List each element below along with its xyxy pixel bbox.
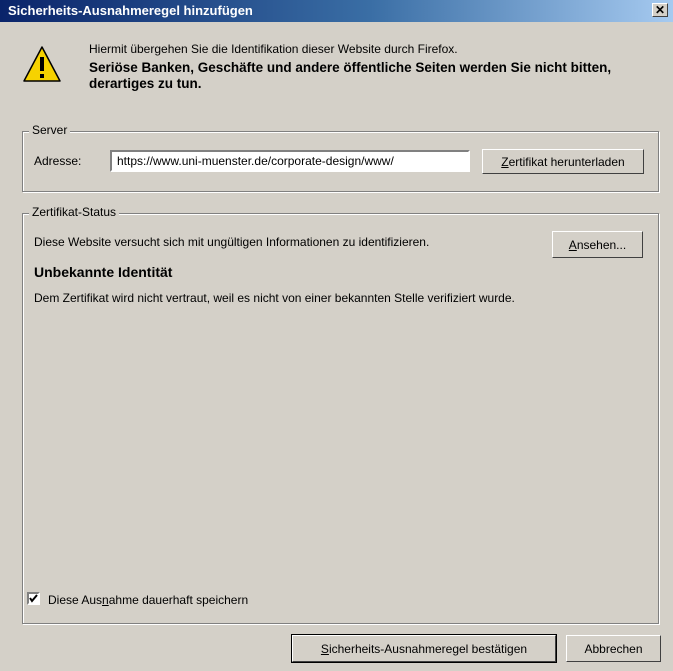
- warning-text: Seriöse Banken, Geschäfte und andere öff…: [89, 60, 612, 91]
- confirm-mnemonic: S: [320, 641, 329, 656]
- view-certificate-button[interactable]: Ansehen...: [552, 231, 643, 258]
- download-certificate-button[interactable]: Zertifikat herunterladen: [482, 149, 644, 174]
- status-heading: Unbekannte Identität: [34, 264, 173, 280]
- warning-icon: [23, 46, 61, 82]
- view-mnemonic: A: [568, 237, 577, 252]
- status-detail: Dem Zertifikat wird nicht vertraut, weil…: [34, 291, 515, 305]
- address-label: Adresse:: [34, 154, 82, 168]
- cancel-button[interactable]: Abbrechen: [566, 635, 661, 662]
- persist-label-start: Diese Aus: [48, 593, 103, 607]
- checkmark-icon: [29, 594, 38, 603]
- persist-label-end: ahme dauerhaft speichern: [108, 593, 249, 607]
- view-label: nsehen...: [576, 237, 627, 252]
- intro-text: Hiermit übergehen Sie die Identifikation…: [89, 42, 458, 56]
- download-mnemonic: Z: [501, 154, 509, 169]
- persist-exception-label[interactable]: Diese Ausnahme dauerhaft speichern: [48, 593, 248, 607]
- address-input[interactable]: [110, 150, 470, 172]
- certificate-status-group: Zertifikat-Status Diese Website versucht…: [22, 205, 659, 624]
- confirm-exception-button[interactable]: Sicherheits-Ausnahmeregel bestätigen: [291, 634, 557, 663]
- server-legend: Server: [29, 123, 71, 137]
- status-message: Diese Website versucht sich mit ungültig…: [34, 235, 430, 249]
- close-icon: ✕: [654, 3, 666, 17]
- download-label: ertifikat herunterladen: [508, 154, 625, 169]
- window-title: Sicherheits-Ausnahmeregel hinzufügen: [8, 3, 253, 18]
- confirm-label: icherheits-Ausnahmeregel bestätigen: [328, 641, 528, 656]
- close-button[interactable]: ✕: [652, 3, 668, 17]
- title-bar: Sicherheits-Ausnahmeregel hinzufügen ✕: [0, 0, 673, 22]
- persist-label-mnemonic: n: [102, 593, 109, 607]
- persist-exception-checkbox[interactable]: [27, 592, 40, 605]
- server-group: Server Adresse: Zertifikat herunterladen: [22, 123, 659, 192]
- status-legend: Zertifikat-Status: [29, 205, 120, 219]
